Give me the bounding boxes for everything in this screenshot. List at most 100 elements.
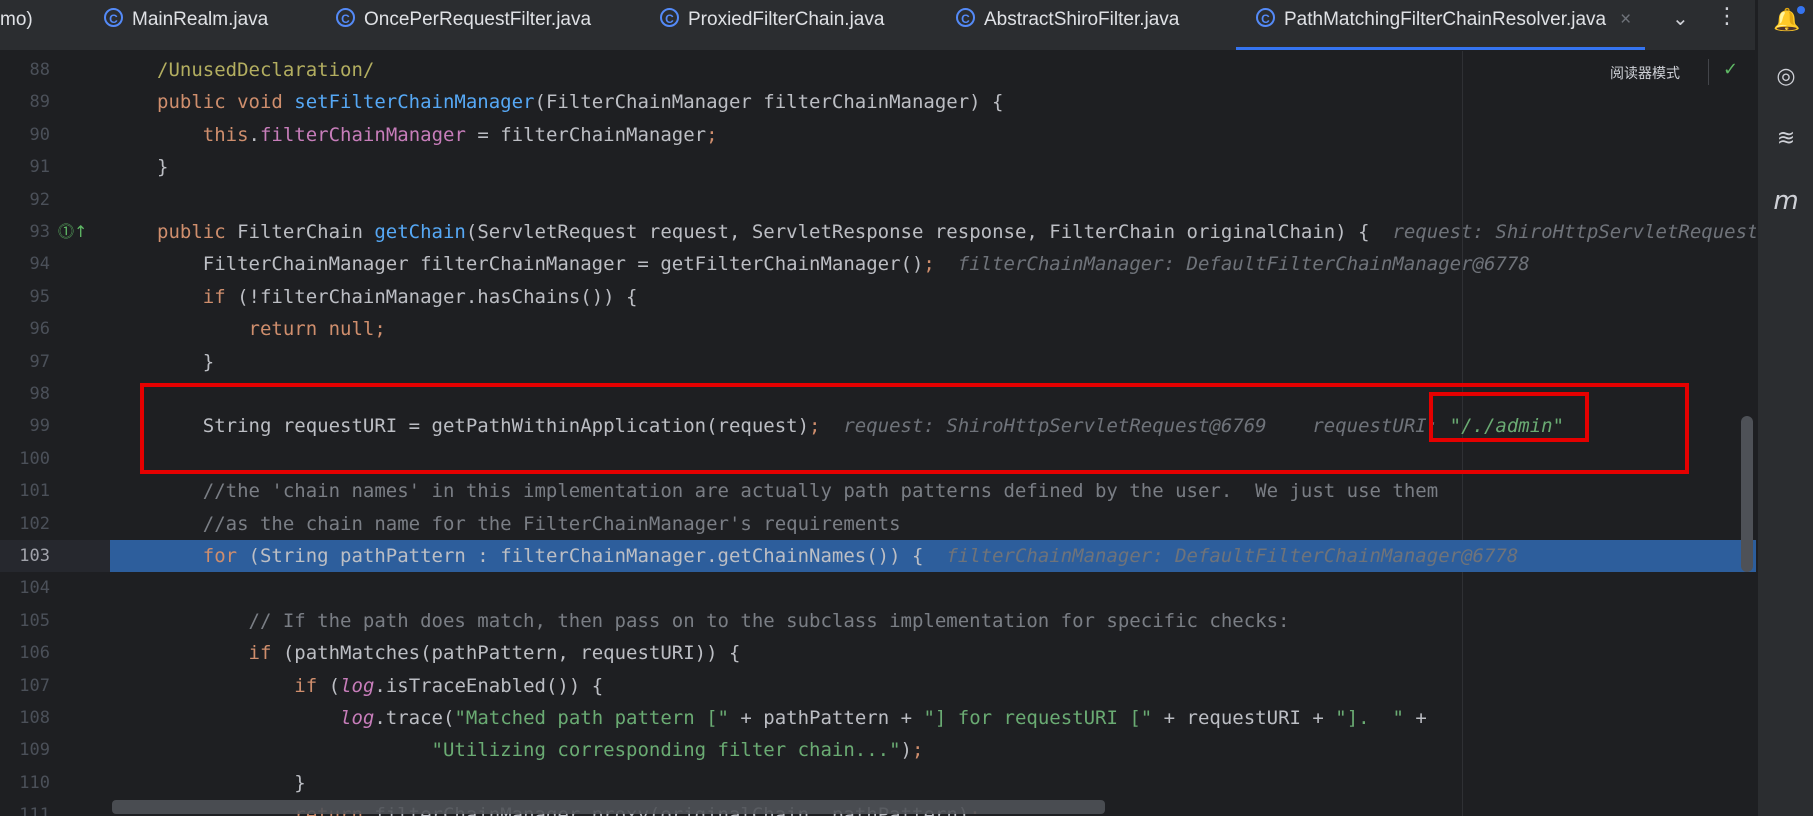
vertical-scrollbar[interactable] [1741,416,1753,572]
code-token: (String pathPattern : filterChainManager… [248,545,947,567]
code-token: ; [706,123,718,146]
code-token: setFilterChainManager [294,91,535,114]
code-token: for [202,545,249,567]
line-number[interactable]: 103 [0,540,50,572]
tab-proxiedfilterchain-java[interactable]: C ProxiedFilterChain.java [660,0,884,50]
tab-mainrealm-java[interactable]: C MainRealm.java [104,0,268,50]
tab-pathmatchingfilterchainresolver-java[interactable]: C PathMatchingFilterChainResolver.java × [1236,0,1646,50]
line-number[interactable]: 100 [0,443,50,475]
code-token: .trace( [374,707,455,729]
code-token: this [202,123,249,146]
code-line[interactable]: 91} [0,151,1756,183]
line-number[interactable]: 94 [0,248,50,280]
line-number[interactable]: 91 [0,151,50,183]
code-token: ; [912,739,924,762]
line-number[interactable]: 101 [0,475,50,507]
tab-label: MainRealm.java [132,9,269,30]
ai-assistant-icon[interactable]: ◎ [1773,64,1799,90]
code-line[interactable]: 92 [0,184,1756,216]
code-line[interactable]: 104 [0,572,1756,604]
code-line[interactable]: 95 if (!filterChainManager.hasChains()) … [0,281,1756,313]
code-token: //as the chain name for the FilterChainM… [157,512,901,535]
maven-icon[interactable]: m [1773,188,1799,214]
tab-onceperrequestfilter-java[interactable]: C OncePerRequestFilter.java [336,0,591,50]
code-text: } [157,346,214,378]
code-line[interactable]: 101 //the 'chain names' in this implemen… [0,475,1756,507]
code-token: } [157,156,169,179]
line-number[interactable]: 109 [0,734,50,766]
line-number[interactable]: 98 [0,378,50,410]
line-number[interactable]: 95 [0,281,50,313]
line-number[interactable]: 92 [0,184,50,216]
line-number[interactable]: 107 [0,670,50,702]
database-icon[interactable]: ≋ [1773,126,1799,152]
code-line[interactable]: 105 // If the path does match, then pass… [0,605,1756,637]
code-line[interactable]: 109 "Utilizing corresponding filter chai… [0,734,1756,766]
line-number[interactable]: 90 [0,119,50,151]
code-text: //the 'chain names' in this implementati… [157,475,1438,507]
code-token: + requestURI + [1152,707,1336,729]
overrides-method-gutter-icon[interactable]: ⓵↑ [58,216,87,248]
line-number[interactable]: 89 [0,86,50,118]
code-line[interactable]: 106 if (pathMatches(pathPattern, request… [0,637,1756,669]
code-text: this.filterChainManager = filterChainMan… [157,119,718,151]
code-token: } [157,350,215,373]
code-token: ( [328,674,341,697]
code-token: log [340,674,375,697]
code-line[interactable]: 89 public void setFilterChainManager(Filt… [0,86,1756,118]
code-token: //the 'chain names' in this implementati… [157,480,1439,503]
tab-more-options-icon[interactable]: ⋮ [1716,4,1738,29]
code-editor[interactable]: 88/UnusedDeclaration/89 public void setFi… [0,51,1756,816]
code-text: if (log.isTraceEnabled()) { [157,670,603,702]
code-token: if [202,285,238,308]
tab-list-chevron-icon[interactable]: ⌄ [1672,6,1689,30]
code-line[interactable]: 110 } [0,767,1756,799]
horizontal-scrollbar[interactable] [112,800,1105,814]
code-text: FilterChainManager filterChainManager = … [157,248,1530,280]
tab-label: OncePerRequestFilter.java [364,9,592,30]
code-token: (FilterChainManager filterChainManager) … [534,91,1004,114]
line-number[interactable]: 106 [0,637,50,669]
code-token: public [157,221,238,243]
code-line[interactable]: 107 if (log.isTraceEnabled()) { [0,670,1756,702]
code-line[interactable]: 93 ⓵↑ public FilterChain getChain(ServletR… [0,216,1756,248]
line-number[interactable]: 108 [0,702,50,734]
code-text: } [157,151,168,183]
line-number[interactable]: 110 [0,767,50,799]
code-line[interactable]: 90 this.filterChainManager = filterChain… [0,119,1756,151]
line-number[interactable]: 102 [0,508,50,540]
line-number[interactable]: 93 [0,216,50,248]
line-number[interactable]: 97 [0,346,50,378]
code-line[interactable]: 94 FilterChainManager filterChainManager… [0,248,1756,280]
line-number[interactable]: 99 [0,410,50,442]
line-number[interactable]: 111 [0,799,50,816]
reader-mode-button[interactable]: 阅读器模式 [1610,63,1680,83]
tab-label: ProxiedFilterChain.java [688,9,885,30]
code-token: . [248,123,260,146]
line-number[interactable]: 105 [0,605,50,637]
line-number[interactable]: 88 [0,54,50,86]
code-token: ) [900,739,912,762]
line-number[interactable]: 96 [0,313,50,345]
code-line[interactable]: 102 //as the chain name for the FilterCh… [0,508,1756,540]
line-number[interactable]: 104 [0,572,50,604]
code-token: if [248,642,283,665]
inspection-ok-check-icon[interactable]: ✓ [1723,59,1738,80]
close-tab-icon[interactable]: × [1620,9,1631,30]
code-text: for (String pathPattern : filterChainMan… [157,540,1519,572]
code-line[interactable]: 88/UnusedDeclaration/ [0,54,1756,86]
code-text: "Utilizing corresponding filter chain...… [157,734,924,766]
code-line[interactable]: 103 for (String pathPattern : filterChai… [0,540,1756,573]
tab-abstractshirofilter-java[interactable]: C AbstractShiroFilter.java [956,0,1179,50]
code-line[interactable]: 108 log.trace("Matched path pattern [" +… [0,702,1756,734]
code-line[interactable]: 97 } [0,346,1756,378]
code-line[interactable]: 96 return null; [0,313,1756,345]
notifications-icon[interactable]: 🔔 [1773,8,1800,34]
tab-mo[interactable]: mo) [0,0,33,50]
code-token: "]. " [1335,707,1404,729]
